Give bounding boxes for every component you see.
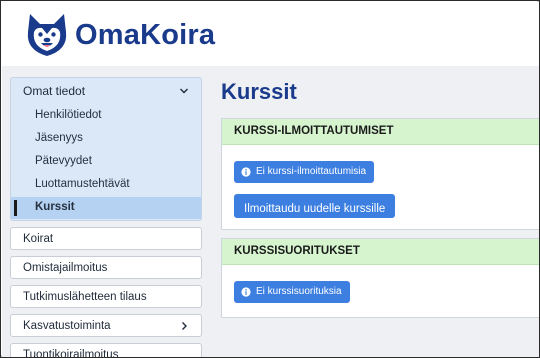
sidebar-item-jasenyys[interactable]: Jäsenyys xyxy=(11,128,201,150)
sidebar: Omat tiedot Henkilötiedot Jäsenyys Pätev… xyxy=(10,77,202,357)
top-header: OmaKoira xyxy=(2,2,539,66)
sidebar-item-label: Luottamustehtävät xyxy=(35,178,130,190)
sidebar-item-label: Kurssit xyxy=(35,201,75,213)
sidebar-group-omat-tiedot: Omat tiedot Henkilötiedot Jäsenyys Pätev… xyxy=(10,77,202,221)
registrations-card: KURSSI-ILMOITTAUTUMISET Ei kurssi-ilmoit… xyxy=(221,118,539,230)
sidebar-item-tuontikoirailmoitus[interactable]: Tuontikoirailmoitus xyxy=(10,343,202,358)
no-completions-badge: Ei kurssisuorituksia xyxy=(234,281,350,303)
sidebar-item-koirat[interactable]: Koirat xyxy=(10,227,202,250)
badge-text: Ei kurssisuorituksia xyxy=(256,286,342,297)
register-new-course-button[interactable]: Ilmoittaudu uudelle kurssille xyxy=(234,194,396,218)
sidebar-item-luottamustehtavat[interactable]: Luottamustehtävät xyxy=(11,174,201,196)
sidebar-item-label: Henkilötiedot xyxy=(35,109,102,121)
sidebar-item-tutkimuslahetteen-tilaus[interactable]: Tutkimuslähetteen tilaus xyxy=(10,285,202,308)
sidebar-group-header[interactable]: Omat tiedot xyxy=(11,78,201,105)
chevron-right-icon xyxy=(182,322,187,330)
sidebar-item-omistajailmoitus[interactable]: Omistajailmoitus xyxy=(10,256,202,279)
info-icon xyxy=(241,287,251,297)
badge-text: Ei kurssi-ilmoittautumisia xyxy=(256,166,367,177)
sidebar-item-label: Tutkimuslähetteen tilaus xyxy=(23,291,147,303)
chevron-down-icon xyxy=(180,88,188,94)
sidebar-item-kasvatustoiminta[interactable]: Kasvatustoiminta xyxy=(10,314,202,337)
dog-logo-icon[interactable] xyxy=(24,10,70,58)
page-title: Kurssit xyxy=(221,79,297,104)
completions-header: KURSSISUORITUKSET xyxy=(222,239,539,265)
sidebar-item-patevyydet[interactable]: Pätevyydet xyxy=(11,151,201,173)
brand-name[interactable]: OmaKoira xyxy=(75,19,215,52)
sidebar-item-label: Kasvatustoiminta xyxy=(23,320,111,332)
sidebar-item-label: Omistajailmoitus xyxy=(23,262,108,274)
no-registrations-badge: Ei kurssi-ilmoittautumisia xyxy=(234,161,375,183)
sidebar-item-henkilotiedot[interactable]: Henkilötiedot xyxy=(11,105,201,127)
sidebar-item-kurssit[interactable]: Kurssit xyxy=(11,197,201,219)
sidebar-item-label: Tuontikoirailmoitus xyxy=(23,349,119,358)
sidebar-item-label: Koirat xyxy=(23,233,54,245)
sidebar-group-label: Omat tiedot xyxy=(23,84,86,98)
registrations-header: KURSSI-ILMOITTAUTUMISET xyxy=(222,119,539,145)
sidebar-item-label: Pätevyydet xyxy=(35,155,92,167)
sidebar-item-label: Jäsenyys xyxy=(35,132,83,144)
app-window: OmaKoira Omat tiedot Henkilötiedot Jäsen… xyxy=(0,0,540,358)
info-icon xyxy=(241,167,251,177)
completions-card: KURSSISUORITUKSET Ei kurssisuorituksia xyxy=(221,238,539,318)
